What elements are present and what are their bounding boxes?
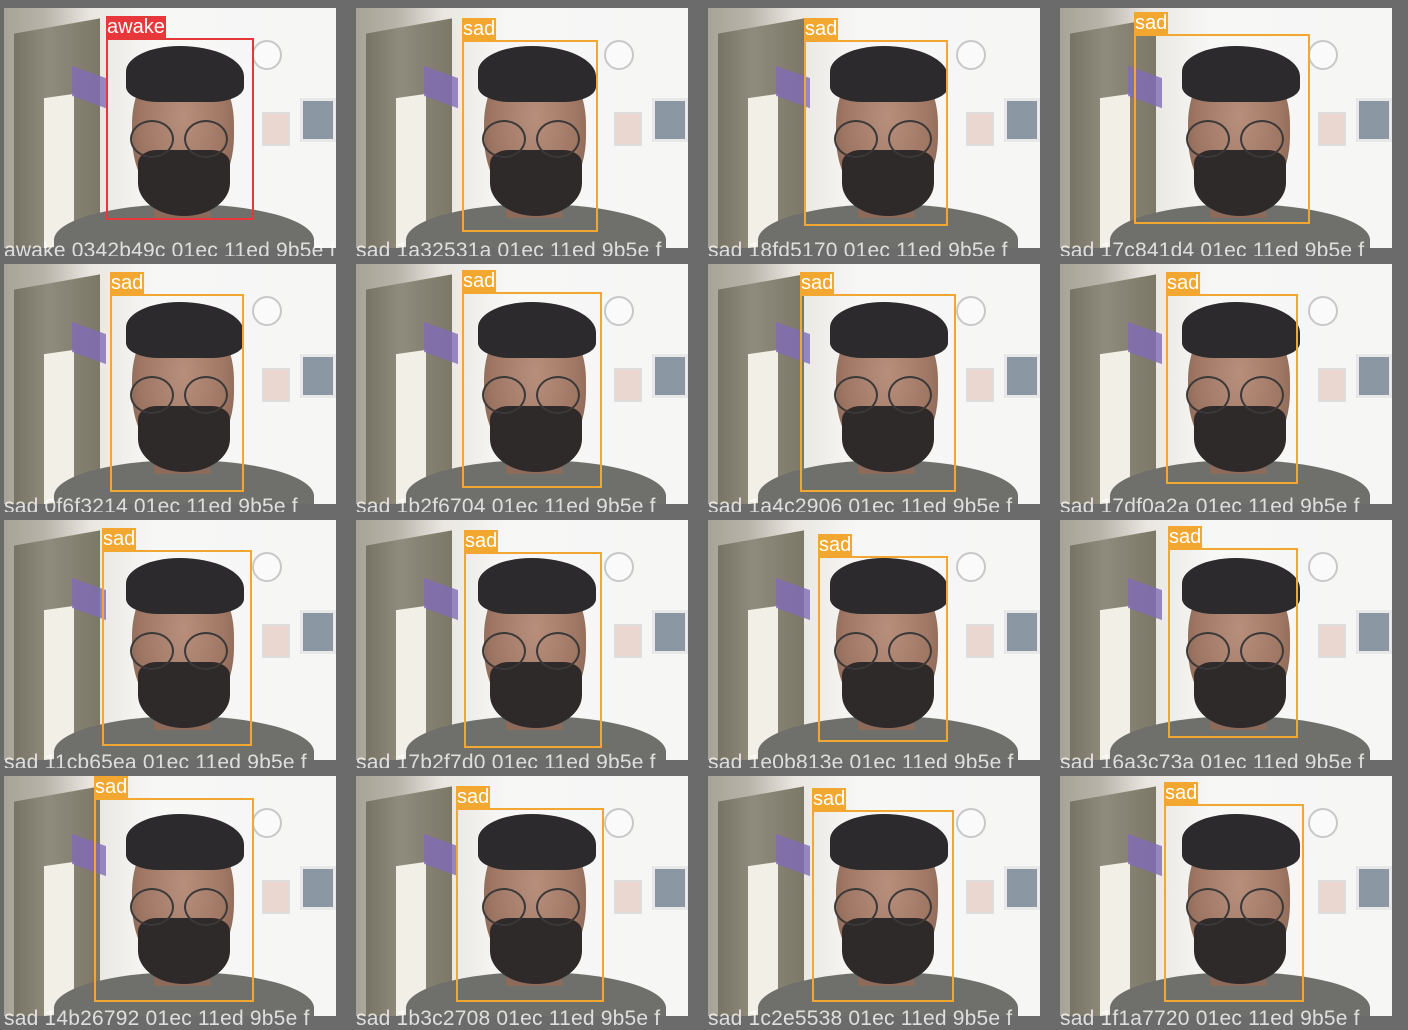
image-caption: sad 14b26792 01ec 11ed 9b5e f: [4, 1007, 310, 1030]
bounding-box: [102, 550, 252, 746]
bounding-box: [818, 556, 948, 742]
bounding-box: [464, 552, 602, 748]
class-label-badge: sad: [462, 270, 497, 292]
bounding-box: [1134, 34, 1310, 224]
image-caption: sad 1b3c2708 01ec 11ed 9b5e f: [356, 1007, 661, 1030]
bounding-box: [804, 40, 948, 226]
class-label-badge: sad: [812, 788, 847, 810]
detection-grid: awake 0342b49c 01ec 11ed 9b5e f awake sad …: [0, 0, 1408, 1030]
bounding-box: [456, 808, 604, 1002]
image-caption: sad 1c2e5538 01ec 11ed 9b5e f: [708, 1007, 1013, 1030]
class-label-badge: sad: [456, 786, 491, 808]
bounding-box: [1166, 294, 1298, 484]
class-label-badge: sad: [1166, 272, 1201, 294]
class-label-badge: sad: [804, 18, 839, 40]
class-label-badge: sad: [1168, 526, 1203, 548]
bounding-box: [812, 810, 954, 1002]
class-label-badge: sad: [464, 530, 499, 552]
class-label-badge: sad: [462, 18, 497, 40]
bounding-box: [110, 294, 244, 492]
class-label-badge: sad: [102, 528, 137, 550]
bounding-box: [94, 798, 254, 1002]
bounding-box: [800, 294, 956, 492]
class-label-badge: sad: [1164, 782, 1199, 804]
class-label-badge: awake: [106, 16, 166, 38]
bounding-box: [462, 292, 602, 488]
class-label-badge: sad: [818, 534, 853, 556]
bounding-box: [1164, 804, 1304, 1002]
class-label-badge: sad: [94, 776, 129, 798]
class-label-badge: sad: [110, 272, 145, 294]
bounding-box: [1168, 548, 1298, 738]
class-label-badge: sad: [800, 272, 835, 294]
image-caption: sad 1f1a7720 01ec 11ed 9b5e f: [1060, 1007, 1360, 1030]
bounding-box: [462, 40, 598, 232]
bounding-box: [106, 38, 254, 220]
class-label-badge: sad: [1134, 12, 1169, 34]
